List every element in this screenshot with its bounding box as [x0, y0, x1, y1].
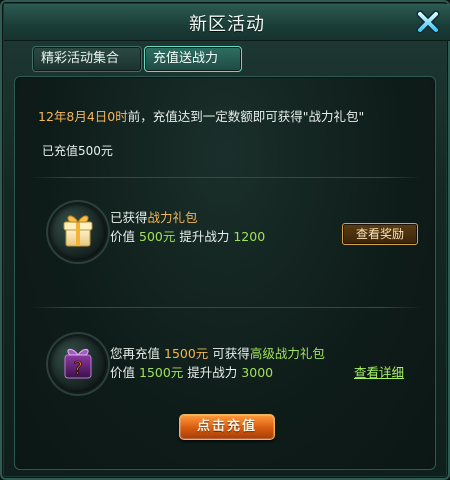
window-title: 新区活动 [189, 14, 265, 35]
title-bar: 新区活动 [4, 4, 450, 41]
reward2-prefix: 您再充值 [110, 346, 161, 361]
reward1-value-label: 价值 [110, 229, 136, 244]
reward2-middle: 可获得 [212, 346, 250, 361]
reward1-details: 价值 500元 提升战力 1200 [110, 226, 265, 245]
view-details-link[interactable]: 查看详细 [354, 362, 404, 381]
reward2-value-amount: 1500元 [139, 365, 184, 380]
description-rest: 前，充值达到一定数额即可获得"战力礼包" [127, 109, 365, 124]
tab-recharge-power[interactable]: 充值送战力 [144, 46, 242, 72]
close-icon[interactable] [414, 8, 442, 36]
reward1-power-label: 提升战力 [179, 229, 230, 244]
reward2-power-amount: 3000 [241, 365, 274, 380]
content-panel [14, 76, 436, 470]
view-reward-button[interactable]: 查看奖励 [342, 223, 418, 245]
reward1-gift-name: 战力礼包 [147, 210, 198, 225]
reward1-title: 已获得战力礼包 [110, 207, 198, 226]
divider-1 [30, 177, 422, 178]
reward2-gift-name: 高级战力礼包 [249, 346, 325, 361]
recharge-button[interactable]: 点击充值 [179, 414, 275, 440]
reward2-power-label: 提升战力 [187, 365, 238, 380]
reward2-value-label: 价值 [110, 365, 136, 380]
gift-box-icon [50, 204, 106, 260]
reward1-power-amount: 1200 [233, 229, 266, 244]
activity-window: 新区活动 精彩活动集合 充值送战力 12年8月4日0时前，充值达到一定数额即可获… [0, 0, 450, 480]
tab-activity-collection[interactable]: 精彩活动集合 [32, 46, 142, 72]
reward2-amount-needed: 1500元 [164, 346, 209, 361]
charged-amount: 已充值500元 [42, 144, 113, 158]
reward2-title: 您再充值 1500元 可获得高级战力礼包 [110, 343, 325, 362]
tab-bar: 精彩活动集合 充值送战力 [12, 42, 442, 76]
divider-2 [30, 307, 422, 308]
reward2-details: 价值 1500元 提升战力 3000 [110, 362, 273, 381]
reward1-status: 已获得 [110, 210, 148, 225]
reward1-value-amount: 500元 [139, 229, 176, 244]
svg-text:?: ? [73, 358, 83, 379]
deadline-text: 12年8月4日0时 [38, 109, 128, 124]
event-description: 12年8月4日0时前，充值达到一定数额即可获得"战力礼包" [38, 106, 364, 125]
question-gift-icon: ? [50, 336, 106, 392]
